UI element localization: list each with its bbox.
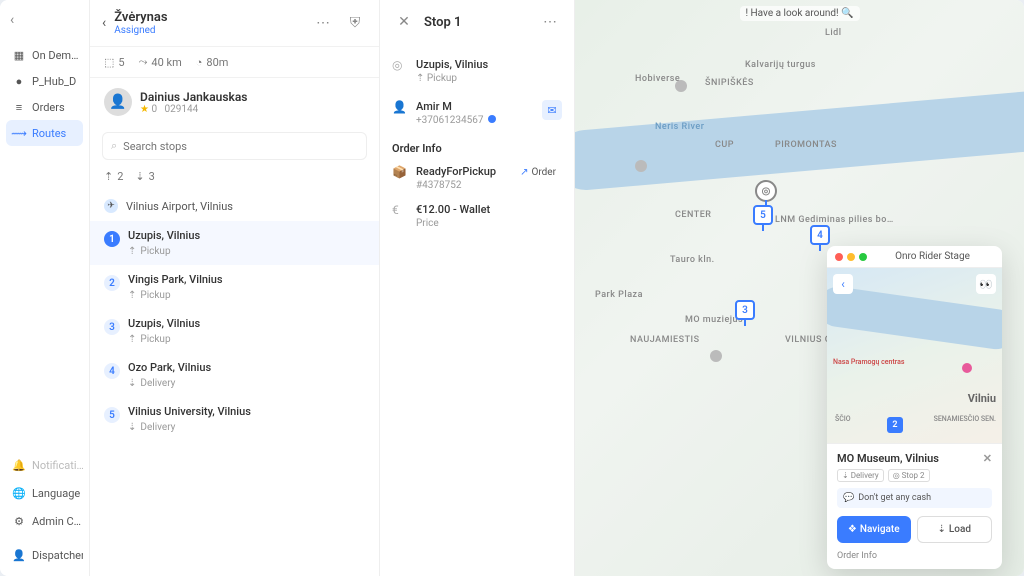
nav-on-demand[interactable]: ▦On Dem… <box>6 42 83 68</box>
package-icon: 📦 <box>392 165 408 181</box>
filter-deliveries[interactable]: ⇣3 <box>135 170 154 183</box>
stops-icon: ⬚ <box>104 56 114 69</box>
phone-close-card-button[interactable]: ✕ <box>983 452 992 465</box>
close-detail-button[interactable]: ✕ <box>392 10 416 34</box>
order-info-title: Order Info <box>392 134 562 159</box>
load-icon: ⇣ <box>938 524 946 535</box>
driver-name: Dainius Jankauskas <box>140 90 247 104</box>
phone-note: 💬Don't get any cash <box>837 488 992 508</box>
poi-icon <box>710 350 722 362</box>
stop-list: ✈ Vilnius Airport, Vilnius 1 Uzupis, Vil… <box>90 191 379 576</box>
delivery-icon: ⇣ <box>128 378 136 389</box>
poi-icon <box>635 160 647 172</box>
stop-5[interactable]: 5 Vilnius University, Vilnius⇣Delivery <box>90 397 379 441</box>
phone-navigate-button[interactable]: ❖Navigate <box>837 516 911 543</box>
note-icon: 💬 <box>843 493 854 503</box>
phone-preview: Onro Rider Stage ‹ 👀 Vilniu ŠČIO SENAMIE… <box>827 246 1002 569</box>
phone-tag-delivery: ⇣ Delivery <box>837 469 884 482</box>
star-icon: ★ <box>140 104 149 115</box>
bell-icon: 🔔 <box>12 458 26 472</box>
route-status: Assigned <box>114 25 303 36</box>
nav-language[interactable]: 🌐Language <box>6 480 83 506</box>
stop-3[interactable]: 3 Uzupis, Vilnius⇡Pickup <box>90 309 379 353</box>
order-status[interactable]: ReadyForPickup <box>416 165 496 178</box>
pickup-icon: ⇡ <box>416 73 424 84</box>
stop-detail-panel: ✕ Stop 1 ⋯ ◎ Uzupis, Vilnius⇡ Pickup 👤 A… <box>380 0 575 576</box>
route-shield-button[interactable]: ⛨ <box>343 11 367 35</box>
phone-load-button[interactable]: ⇣Load <box>917 516 993 543</box>
route-icon: ⟿ <box>12 126 26 140</box>
close-dot-icon[interactable] <box>835 253 843 261</box>
verified-icon <box>488 115 496 123</box>
origin-stop[interactable]: ✈ Vilnius Airport, Vilnius <box>90 191 379 221</box>
phone-titlebar: Onro Rider Stage <box>827 246 1002 268</box>
min-dot-icon[interactable] <box>847 253 855 261</box>
driver-avatar: 👤 <box>104 88 132 116</box>
globe-icon: 🌐 <box>12 486 26 500</box>
nav-routes[interactable]: ⟿Routes <box>6 120 83 146</box>
route-more-button[interactable]: ⋯ <box>311 11 335 35</box>
stop-2[interactable]: 2 Vingis Park, Vilnius⇡Pickup <box>90 265 379 309</box>
search-stops-input[interactable] <box>123 140 358 153</box>
duration-icon: ◔ <box>196 56 203 69</box>
main-sidebar: ‹ ▦On Dem… ●P_Hub_D ≡Orders ⟿Routes 🔔Not… <box>0 0 90 576</box>
map-pin-3[interactable]: 3 <box>735 300 755 320</box>
route-stats: ⬚5 ⤳40 km ◔80m <box>90 47 379 78</box>
location-icon: ◎ <box>392 58 408 74</box>
origin-icon: ✈ <box>104 199 118 213</box>
route-name: Žvėrynas <box>114 10 303 25</box>
poi-icon <box>675 80 687 92</box>
phone-location: MO Museum, Vilnius <box>837 452 939 465</box>
list-icon: ≡ <box>12 100 26 114</box>
map-banner: ! Have a look around! 🔍 <box>739 6 859 21</box>
phone-map[interactable]: ‹ 👀 Vilniu ŠČIO SENAMIESČIO SEN. Nasa Pr… <box>827 268 1002 443</box>
filter-pickups[interactable]: ⇡2 <box>104 170 123 183</box>
nav-admin[interactable]: ⚙Admin C… <box>6 508 83 534</box>
phone-tag-stop: ◎ Stop 2 <box>888 469 930 482</box>
detail-title: Stop 1 <box>424 15 530 30</box>
grid-icon: ▦ <box>12 48 26 62</box>
pickup-icon: ⇡ <box>104 170 113 183</box>
phone-pin-2[interactable]: 2 <box>887 417 903 433</box>
max-dot-icon[interactable] <box>859 253 867 261</box>
search-stops-box[interactable]: ⌕ <box>102 132 367 160</box>
phone-view-button[interactable]: 👀 <box>976 274 996 294</box>
stop-1[interactable]: 1 Uzupis, Vilnius⇡Pickup <box>90 221 379 265</box>
map-pin-5[interactable]: 5 <box>753 205 773 225</box>
map-pin-start[interactable]: ◎ <box>755 180 777 202</box>
phone-river-shape <box>827 284 1002 351</box>
stop-4[interactable]: 4 Ozo Park, Vilnius⇣Delivery <box>90 353 379 397</box>
nav-phub[interactable]: ●P_Hub_D <box>6 68 83 94</box>
phone-poi-icon <box>962 363 972 373</box>
gear-icon: ⚙ <box>12 514 26 528</box>
search-icon: ⌕ <box>111 139 117 153</box>
nav-orders[interactable]: ≡Orders <box>6 94 83 120</box>
collapse-sidebar-button[interactable]: ‹ <box>6 8 83 32</box>
delivery-icon: ⇣ <box>135 170 144 183</box>
pickup-icon: ⇡ <box>128 246 136 257</box>
price-icon: € <box>392 203 408 219</box>
detail-more-button[interactable]: ⋯ <box>538 10 562 34</box>
arrow-icon: ↗ <box>520 167 528 178</box>
phone-order-info-label: Order Info <box>837 551 992 561</box>
driver-row[interactable]: 👤 Dainius Jankauskas ★ 0 029144 <box>90 78 379 126</box>
pickup-icon: ⇡ <box>128 290 136 301</box>
dot-icon: ● <box>12 74 26 88</box>
nav-dispatcher[interactable]: 👤Dispatcher <box>6 542 83 568</box>
delivery-icon: ⇣ <box>128 422 136 433</box>
back-button[interactable]: ‹ <box>102 15 106 31</box>
phone-back-button[interactable]: ‹ <box>833 274 853 294</box>
user-icon: 👤 <box>12 548 26 562</box>
open-order-button[interactable]: ↗Order <box>514 165 562 180</box>
pickup-icon: ⇡ <box>128 334 136 345</box>
message-button[interactable]: ✉ <box>542 100 562 120</box>
route-panel: ‹ Žvėrynas Assigned ⋯ ⛨ ⬚5 ⤳40 km ◔80m 👤… <box>90 0 380 576</box>
distance-icon: ⤳ <box>139 55 148 69</box>
person-icon: 👤 <box>392 100 408 116</box>
nav-icon: ❖ <box>848 524 857 535</box>
nav-notifications[interactable]: 🔔Notificati… <box>6 452 83 478</box>
map-pin-4[interactable]: 4 <box>810 225 830 245</box>
